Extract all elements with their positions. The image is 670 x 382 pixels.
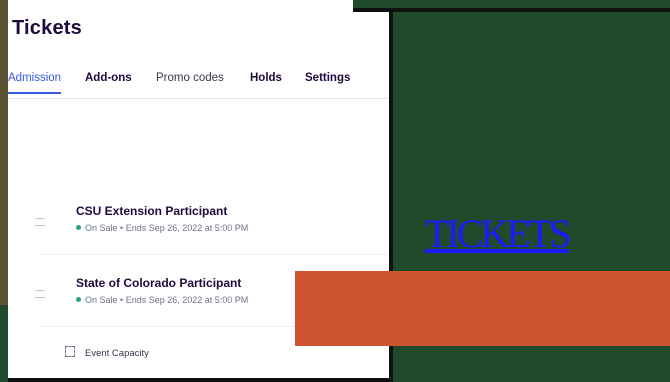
ticket-row[interactable]: CSU Extension Participant On Sale • Ends… (8, 192, 389, 252)
divider (38, 254, 389, 255)
tab-admission[interactable]: Admission (8, 72, 62, 94)
tab-add-ons[interactable]: Add-ons (85, 72, 132, 84)
tab-holds[interactable]: Holds (250, 72, 282, 84)
orange-block (295, 271, 670, 346)
drag-handle-icon[interactable] (35, 290, 45, 298)
left-strip-green (0, 305, 8, 382)
capacity-icon (65, 346, 75, 357)
event-capacity-label: Event Capacity (85, 348, 149, 359)
drag-handle-icon[interactable] (35, 218, 45, 226)
left-strip-olive (0, 0, 8, 305)
ticket-end-date: Ends Sep 26, 2022 at 5:00 PM (125, 223, 249, 233)
stage: Tickets Admission Add-ons Promo codes Ho… (0, 0, 670, 382)
ticket-status: On Sale • Ends Sep 26, 2022 at 5:00 PM (76, 223, 248, 233)
on-sale-dot-icon (76, 225, 81, 230)
top-band-dark (353, 0, 670, 8)
tab-bar: Admission Add-ons Promo codes Holds Sett… (8, 72, 389, 99)
on-sale-dot-icon (76, 297, 81, 302)
bottom-black-line (8, 378, 389, 382)
ticket-name[interactable]: State of Colorado Participant (76, 276, 241, 290)
tickets-link[interactable]: TICKETS (425, 210, 571, 257)
ticket-status: On Sale • Ends Sep 26, 2022 at 5:00 PM (76, 295, 248, 305)
top-band (8, 0, 353, 12)
tab-settings[interactable]: Settings (305, 72, 350, 84)
event-capacity[interactable]: Event Capacity (65, 346, 149, 359)
page-title: Tickets (12, 17, 82, 39)
ticket-name[interactable]: CSU Extension Participant (76, 204, 227, 218)
ticket-status-text: On Sale (85, 223, 118, 233)
ticket-end-date: Ends Sep 26, 2022 at 5:00 PM (125, 295, 249, 305)
tab-promo-codes[interactable]: Promo codes (156, 72, 224, 84)
black-line (353, 8, 670, 12)
ticket-status-text: On Sale (85, 295, 118, 305)
